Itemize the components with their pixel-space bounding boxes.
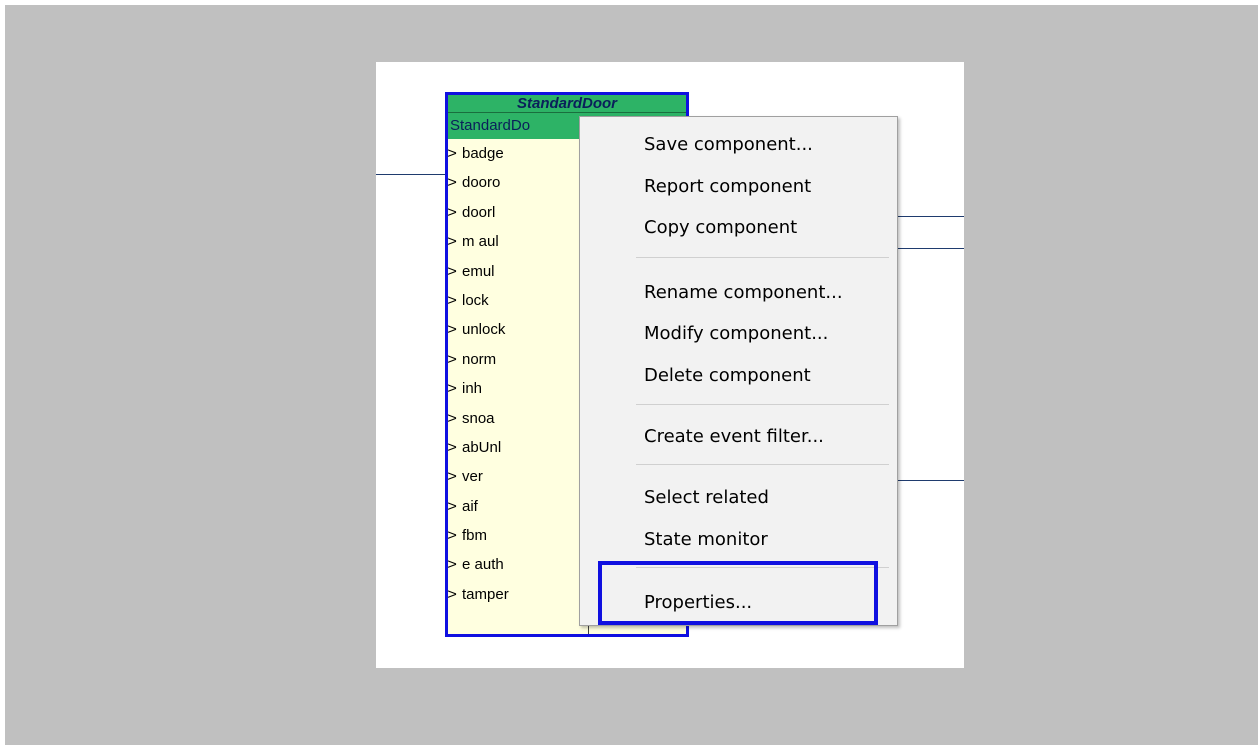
- properties-highlight-box: [598, 561, 878, 625]
- wire-right-3: [898, 480, 964, 481]
- wire-right-1: [898, 216, 964, 217]
- port[interactable]: > ver: [447, 462, 588, 491]
- menu-item-save-component[interactable]: Save component...: [644, 130, 813, 160]
- port[interactable]: > m aul: [447, 227, 588, 256]
- port[interactable]: > unlock: [447, 315, 588, 344]
- port-arrow-icon: >: [447, 585, 457, 603]
- port-arrow-icon: >: [447, 174, 457, 192]
- port[interactable]: > inh: [447, 374, 588, 403]
- context-menu: Save component... Report component Copy …: [579, 116, 898, 626]
- port-arrow-icon: >: [447, 527, 457, 545]
- port[interactable]: > lock: [447, 286, 588, 315]
- port[interactable]: > badge: [447, 139, 588, 168]
- port[interactable]: > emul: [447, 257, 588, 286]
- menu-separator: [636, 404, 889, 405]
- port[interactable]: > dooro: [447, 168, 588, 197]
- port[interactable]: > aif: [447, 492, 588, 521]
- port[interactable]: > e auth: [447, 550, 588, 579]
- port[interactable]: > fbm: [447, 521, 588, 550]
- menu-separator: [636, 257, 889, 258]
- menu-item-rename-component[interactable]: Rename component...: [644, 278, 843, 308]
- port[interactable]: > doorl: [447, 198, 588, 227]
- port-arrow-icon: >: [447, 350, 457, 368]
- port[interactable]: > norm: [447, 345, 588, 374]
- wire-right-2: [898, 248, 964, 249]
- port-arrow-icon: >: [447, 556, 457, 574]
- port-arrow-icon: >: [447, 380, 457, 398]
- menu-item-create-event-filter[interactable]: Create event filter...: [644, 422, 824, 452]
- port[interactable]: > abUnl: [447, 433, 588, 462]
- port-arrow-icon: >: [447, 145, 457, 162]
- menu-item-select-related[interactable]: Select related: [644, 483, 769, 513]
- menu-item-modify-component[interactable]: Modify component...: [644, 319, 828, 349]
- port[interactable]: > snoa: [447, 404, 588, 433]
- port-arrow-icon: >: [447, 438, 457, 456]
- port-arrow-icon: >: [447, 262, 457, 280]
- wire-left: [376, 174, 448, 175]
- port-arrow-icon: >: [447, 203, 457, 221]
- port-arrow-icon: >: [447, 321, 457, 339]
- menu-item-delete-component[interactable]: Delete component: [644, 361, 811, 391]
- port-arrow-icon: >: [447, 468, 457, 486]
- port-arrow-icon: >: [447, 409, 457, 427]
- port-arrow-icon: >: [447, 497, 457, 515]
- port[interactable]: > tamper: [447, 580, 588, 609]
- menu-item-state-monitor[interactable]: State monitor: [644, 525, 768, 555]
- port-arrow-icon: >: [447, 291, 457, 309]
- menu-item-report-component[interactable]: Report component: [644, 172, 811, 202]
- menu-item-copy-component[interactable]: Copy component: [644, 213, 797, 243]
- port-arrow-icon: >: [447, 233, 457, 251]
- component-title: StandardDoor: [448, 95, 686, 113]
- menu-separator: [636, 464, 889, 465]
- port-list: > badge > dooro > doorl > m aul > emul > lock …: [447, 139, 589, 634]
